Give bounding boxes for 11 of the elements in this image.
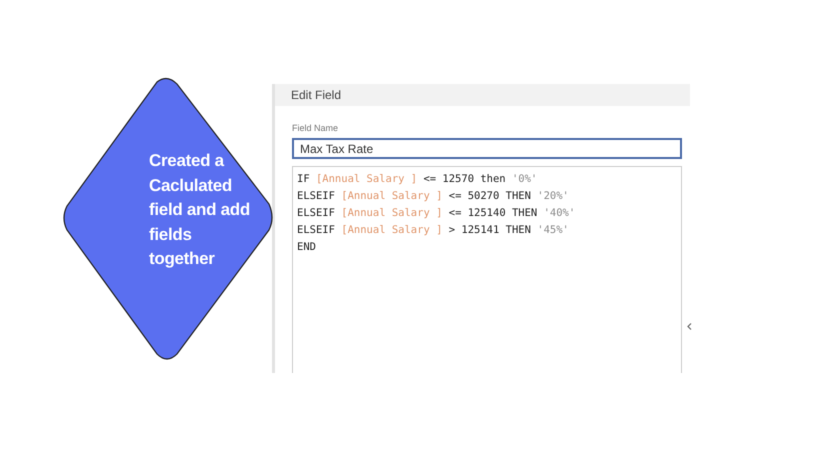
code-line: ELSEIF [Annual Salary ] > 125141 THEN '45%' <box>297 223 570 238</box>
code-line: END <box>297 240 317 255</box>
callout-text: Created a Caclulated field and add fields together <box>149 150 251 270</box>
dialog-title: Edit Field <box>291 88 342 102</box>
field-name-input[interactable]: Max Tax Rate <box>292 138 682 159</box>
code-line: ELSEIF [Annual Salary ] <= 50270 THEN '20%' <box>297 189 570 204</box>
field-name-label: Field Name <box>292 123 340 133</box>
code-line: IF [Annual Salary ] <= 12570 then '0%' <box>297 172 538 187</box>
formula-editor[interactable]: IF [Annual Salary ] <= 12570 then '0%' ELSEIF [Annual Salary ] <= 50270 THEN '20%' ELSEIF [Annual Salary ] <= 125140 THEN '40%' ELSEIF [Annual Salary ] > 125141 THEN '45%' END <box>292 166 682 373</box>
code-line: ELSEIF [Annual Salary ] <= 125140 THEN '40%' <box>297 206 576 221</box>
chevron-left-icon[interactable] <box>687 323 692 330</box>
